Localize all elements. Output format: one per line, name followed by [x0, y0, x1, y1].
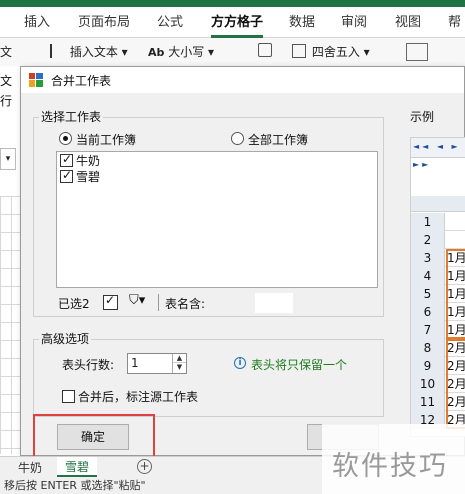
row-number: 2: [411, 231, 445, 249]
merge-sheets-dialog: 合并工作表 选择工作表 当前工作簿 全部工作簿 牛奶 雪碧 已选2 ⛉▾ 表名含…: [20, 66, 465, 458]
tab-insert[interactable]: 插入: [24, 11, 50, 30]
preview-sheet-nav[interactable]: ◄◄ ◄ ► ►►: [411, 138, 465, 169]
stepper-up-icon[interactable]: ▲: [173, 354, 186, 363]
separator: [158, 294, 159, 311]
left-edge-label-2: 行: [0, 94, 13, 108]
stepper-down-icon[interactable]: ▼: [173, 363, 186, 372]
advanced-options-group: [33, 339, 384, 417]
choose-sheets-label: 选择工作表: [39, 108, 104, 125]
case-label: 大小写: [168, 45, 205, 59]
row-number: 11: [411, 393, 445, 411]
table-row: 1: [411, 213, 465, 231]
clear-icon: [258, 43, 272, 57]
tab-review[interactable]: 审阅: [341, 11, 367, 30]
filter-icon[interactable]: ⛉▾: [129, 293, 145, 308]
tab-view[interactable]: 视图: [395, 11, 421, 30]
row-number: 3: [411, 249, 445, 267]
tab-fangfang[interactable]: 方方格子: [211, 11, 264, 38]
list-item[interactable]: 牛奶: [76, 152, 100, 169]
table-cell: [446, 231, 465, 249]
preview-group-outline: [446, 249, 465, 339]
insert-text-icon: [50, 44, 64, 58]
row-number: 1: [411, 213, 445, 231]
radio-all-label: 全部工作簿: [248, 133, 309, 147]
tab-help[interactable]: 帮: [448, 11, 461, 30]
ok-button[interactable]: 确定: [57, 424, 129, 450]
preview-group-outline: [446, 339, 465, 429]
info-text: 表头将只保留一个: [251, 358, 348, 372]
row-number: 7: [411, 321, 445, 339]
row-number: 4: [411, 267, 445, 285]
sheet-name-label: 表名含:: [165, 297, 206, 311]
ribbon-accent-bar: [0, 0, 465, 7]
insert-text-label: 插入文本: [69, 45, 118, 59]
selection-bar: 已选2 ⛉▾ 表名含:: [56, 291, 378, 315]
app-icon: [29, 73, 43, 87]
round-label: 四舍五入: [311, 45, 360, 59]
ribbon-body: 文 插入文本 ▾ Ab 大小写 ▾ 四舍五入 ▾: [0, 38, 465, 66]
left-edge-label-1: 文: [0, 74, 13, 88]
row-number: 10: [411, 375, 445, 393]
more-button[interactable]: [406, 43, 430, 62]
row-number: 5: [411, 285, 445, 303]
tab-page-layout[interactable]: 页面布局: [78, 11, 130, 30]
advanced-options-label: 高级选项: [39, 330, 92, 347]
row-number: 6: [411, 303, 445, 321]
sheet-checkbox-milk[interactable]: [60, 152, 73, 167]
add-sheet-icon[interactable]: +: [137, 459, 152, 474]
radio-all-workbooks[interactable]: [231, 132, 244, 145]
tab-data[interactable]: 数据: [289, 11, 315, 30]
dialog-title: 合并工作表: [51, 74, 112, 88]
case-button[interactable]: Ab 大小写 ▾: [148, 43, 214, 60]
header-rows-value[interactable]: 1: [131, 356, 139, 370]
preview-pane: ◄◄ ◄ ► ►► 1 2 3 1月 4 1月 5 1月 6 1月 7 1月 8 2月 9 2月 10 2月 11 2…: [410, 137, 465, 437]
name-box-dropdown[interactable]: ▾: [0, 148, 16, 170]
table-row: 2: [411, 231, 465, 249]
more-icon: [406, 43, 428, 61]
watermark-text: 软件技巧: [332, 451, 448, 482]
preview-label: 示例: [410, 110, 435, 124]
row-number: 8: [411, 339, 445, 357]
round-button[interactable]: 四舍五入 ▾: [292, 43, 370, 60]
round-icon: [292, 44, 306, 58]
selected-count: 已选2: [58, 297, 90, 311]
mark-source-checkbox[interactable]: [62, 390, 75, 403]
radio-current-workbook[interactable]: [59, 132, 72, 145]
header-rows-label: 表头行数:: [62, 358, 115, 372]
dialog-title-bar[interactable]: 合并工作表: [21, 67, 464, 93]
clear-button[interactable]: [258, 43, 274, 58]
ribbon-left-label: 文: [0, 45, 13, 59]
select-all-checkbox[interactable]: [103, 293, 118, 310]
list-item[interactable]: 雪碧: [76, 168, 100, 185]
preview-column-header: [411, 196, 465, 212]
sheet-list[interactable]: 牛奶 雪碧: [56, 151, 378, 288]
case-icon: Ab: [148, 46, 165, 59]
sheet-checkbox-sprite[interactable]: [60, 168, 73, 183]
insert-text-button[interactable]: 插入文本 ▾: [50, 43, 128, 60]
mark-source-label: 合并后，标注源工作表: [78, 390, 199, 404]
sheet-name-input[interactable]: [255, 293, 293, 313]
sheet-tab-sprite[interactable]: 雪碧: [57, 457, 98, 477]
info-icon: i: [234, 357, 246, 369]
ribbon-tab-bar: 插入 页面布局 公式 方方格子 数据 审阅 视图 帮: [0, 0, 465, 38]
row-number: 9: [411, 357, 445, 375]
radio-current-label: 当前工作簿: [76, 133, 137, 147]
table-cell: [446, 213, 465, 231]
sheet-tab-milk[interactable]: 牛奶: [18, 459, 42, 476]
stepper-buttons: ▲ ▼: [172, 354, 186, 373]
sheet-grid[interactable]: [0, 196, 22, 454]
header-rows-stepper[interactable]: 1 ▲ ▼: [127, 353, 187, 374]
tab-formulas[interactable]: 公式: [157, 11, 183, 30]
